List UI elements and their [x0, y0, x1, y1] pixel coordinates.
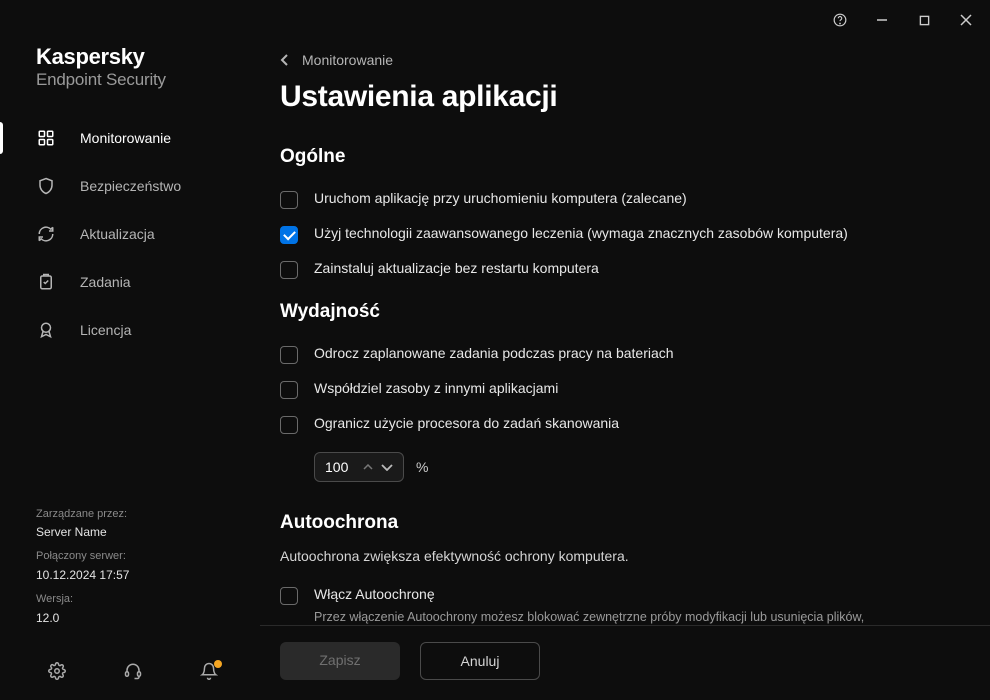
breadcrumb[interactable]: Monitorowanie: [260, 40, 990, 76]
managed-by-value: Server Name: [36, 523, 224, 542]
option-label: Zainstaluj aktualizacje bez restartu kom…: [314, 260, 950, 276]
checkbox[interactable]: [280, 191, 298, 209]
checkbox[interactable]: [280, 226, 298, 244]
option-install-without-restart[interactable]: Zainstaluj aktualizacje bez restartu kom…: [280, 252, 950, 287]
option-label: Ogranicz użycie procesora do zadań skano…: [314, 415, 950, 431]
section-general-title: Ogólne: [280, 146, 950, 168]
settings-icon[interactable]: [48, 662, 68, 682]
maximize-button[interactable]: [912, 8, 936, 32]
refresh-icon: [36, 224, 56, 244]
managed-by-label: Zarządzane przez:: [36, 506, 224, 524]
sidebar-item-tasks[interactable]: Zadania: [0, 258, 260, 306]
sidebar-item-update[interactable]: Aktualizacja: [0, 210, 260, 258]
option-advanced-disinfection[interactable]: Użyj technologii zaawansowanego leczenia…: [280, 217, 950, 252]
percent-symbol: %: [416, 459, 428, 475]
connected-server-label: Połączony serwer:: [36, 548, 224, 566]
notifications-icon[interactable]: [200, 662, 220, 682]
cpu-limit-spinner[interactable]: 100: [314, 452, 404, 482]
sidebar: Kaspersky Endpoint Security Monitorowani…: [0, 40, 260, 700]
checkbox[interactable]: [280, 261, 298, 279]
option-label: Współdziel zasoby z innymi aplikacjami: [314, 380, 950, 396]
option-enable-selfdefense[interactable]: Włącz Autoochronę Przez włączenie Autooc…: [280, 578, 950, 625]
option-share-resources[interactable]: Współdziel zasoby z innymi aplikacjami: [280, 372, 950, 407]
help-icon[interactable]: [828, 8, 852, 32]
chevron-up-icon[interactable]: [363, 464, 373, 470]
option-start-on-boot[interactable]: Uruchom aplikację przy uruchomieniu komp…: [280, 182, 950, 217]
cpu-limit-value: 100: [325, 459, 355, 475]
chevron-left-icon: [280, 53, 290, 67]
support-icon[interactable]: [124, 662, 144, 682]
dashboard-icon: [36, 128, 56, 148]
checkbox[interactable]: [280, 587, 298, 605]
option-label: Uruchom aplikację przy uruchomieniu komp…: [314, 190, 950, 206]
breadcrumb-parent: Monitorowanie: [302, 52, 393, 68]
option-label: Włącz Autoochronę: [314, 586, 950, 602]
sidebar-item-label: Bezpieczeństwo: [80, 178, 181, 194]
sidebar-bottombar: [0, 648, 260, 700]
brand-product: Endpoint Security: [36, 70, 224, 90]
sidebar-item-label: Monitorowanie: [80, 130, 171, 146]
section-selfdefense-title: Autoochrona: [280, 512, 950, 534]
checkbox[interactable]: [280, 346, 298, 364]
minimize-button[interactable]: [870, 8, 894, 32]
footer-actions: Zapisz Anuluj: [260, 625, 990, 700]
sidebar-item-label: Aktualizacja: [80, 226, 155, 242]
chevron-down-icon[interactable]: [381, 464, 393, 471]
titlebar: [0, 0, 990, 40]
cpu-limit-row: 100 %: [280, 442, 950, 498]
version-label: Wersja:: [36, 591, 224, 609]
sidebar-item-license[interactable]: Licencja: [0, 306, 260, 354]
section-selfdefense-subtitle: Autoochrona zwiększa efektywność ochrony…: [280, 548, 950, 564]
connected-server-value: 10.12.2024 17:57: [36, 566, 224, 585]
sidebar-meta: Zarządzane przez: Server Name Połączony …: [0, 506, 260, 648]
shield-icon: [36, 176, 56, 196]
option-label: Odrocz zaplanowane zadania podczas pracy…: [314, 345, 950, 361]
medal-icon: [36, 320, 56, 340]
main-content: Monitorowanie Ustawienia aplikacji Ogóln…: [260, 40, 990, 700]
sidebar-item-monitoring[interactable]: Monitorowanie: [0, 114, 260, 162]
close-button[interactable]: [954, 8, 978, 32]
page-title: Ustawienia aplikacji: [260, 76, 990, 132]
brand: Kaspersky Endpoint Security: [0, 44, 260, 114]
option-postpone-on-battery[interactable]: Odrocz zaplanowane zadania podczas pracy…: [280, 337, 950, 372]
option-description: Przez włączenie Autoochrony możesz bloko…: [314, 608, 950, 625]
option-label: Użyj technologii zaawansowanego leczenia…: [314, 225, 950, 241]
sidebar-item-label: Licencja: [80, 322, 131, 338]
sidebar-item-label: Zadania: [80, 274, 131, 290]
checkbox[interactable]: [280, 416, 298, 434]
checkbox[interactable]: [280, 381, 298, 399]
brand-name: Kaspersky: [36, 44, 224, 70]
version-value: 12.0: [36, 609, 224, 628]
save-button[interactable]: Zapisz: [280, 642, 400, 680]
settings-scroll[interactable]: Ogólne Uruchom aplikację przy uruchomien…: [260, 132, 990, 625]
notification-badge: [214, 660, 222, 668]
option-limit-cpu[interactable]: Ogranicz użycie procesora do zadań skano…: [280, 407, 950, 442]
nav: Monitorowanie Bezpieczeństwo Aktualizacj…: [0, 114, 260, 506]
section-performance-title: Wydajność: [280, 301, 950, 323]
cancel-button[interactable]: Anuluj: [420, 642, 540, 680]
clipboard-icon: [36, 272, 56, 292]
sidebar-item-security[interactable]: Bezpieczeństwo: [0, 162, 260, 210]
